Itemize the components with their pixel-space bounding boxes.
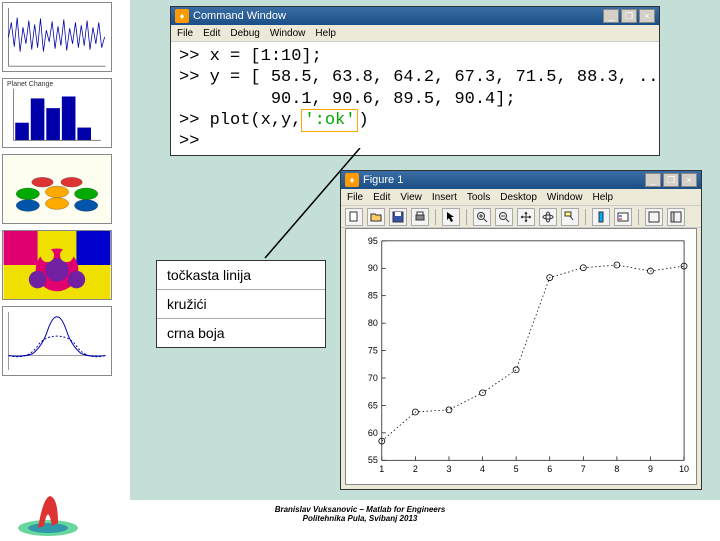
thumb-fractal	[2, 230, 112, 300]
menu-window[interactable]: Window	[547, 192, 583, 203]
svg-text:85: 85	[368, 291, 378, 301]
figure-window: ♦ Figure 1 _ ❐ × File Edit View Insert T…	[340, 170, 702, 490]
svg-text:80: 80	[368, 318, 378, 328]
pointer-button[interactable]	[442, 208, 460, 226]
menu-debug[interactable]: Debug	[230, 28, 259, 39]
svg-text:65: 65	[368, 400, 378, 410]
command-window: ♦ Command Window _ ❐ × File Edit Debug W…	[170, 6, 660, 156]
plot-axes[interactable]: 55 60 65 70 75 80 85 90 95 1 2 3 4 5 6 7 8 9 10	[345, 228, 697, 485]
insert-colorbar-button[interactable]	[592, 208, 610, 226]
svg-text:75: 75	[368, 346, 378, 356]
svg-text:7: 7	[581, 464, 586, 474]
minimize-button[interactable]: _	[603, 9, 619, 23]
rotate-3d-button[interactable]	[539, 208, 557, 226]
menu-help[interactable]: Help	[315, 28, 336, 39]
insert-legend-button[interactable]	[614, 208, 632, 226]
zoom-out-button[interactable]	[495, 208, 513, 226]
figure-toolbar	[341, 206, 701, 228]
close-button[interactable]: ×	[681, 173, 697, 187]
svg-text:70: 70	[368, 373, 378, 383]
pan-button[interactable]	[517, 208, 535, 226]
command-window-title: Command Window	[193, 10, 286, 22]
svg-text:6: 6	[547, 464, 552, 474]
maximize-button[interactable]: ❐	[621, 9, 637, 23]
menu-file[interactable]: File	[347, 192, 363, 203]
svg-text:55: 55	[368, 455, 378, 465]
thumb-sinc-curves	[2, 306, 112, 376]
thumb-noisy-signal	[2, 2, 112, 72]
svg-text:2: 2	[413, 464, 418, 474]
svg-text:3: 3	[446, 464, 451, 474]
svg-text:9: 9	[648, 464, 653, 474]
menu-tools[interactable]: Tools	[467, 192, 490, 203]
figure-window-title: Figure 1	[363, 174, 403, 186]
figure-window-menubar: File Edit View Insert Tools Desktop Wind…	[341, 189, 701, 206]
legend-black-color: crna boja	[157, 319, 325, 347]
figure-window-titlebar[interactable]: ♦ Figure 1 _ ❐ ×	[341, 171, 701, 189]
hide-plot-tools-button[interactable]	[645, 208, 663, 226]
open-button[interactable]	[367, 208, 385, 226]
close-button[interactable]: ×	[639, 9, 655, 23]
show-plot-tools-button[interactable]	[667, 208, 685, 226]
svg-text:5: 5	[514, 464, 519, 474]
footer-line-2: Politehnika Pula, Svibanj 2013	[0, 514, 720, 524]
menu-file[interactable]: File	[177, 28, 193, 39]
matlab-icon: ♦	[345, 173, 359, 187]
svg-text:90: 90	[368, 263, 378, 273]
maximize-button[interactable]: ❐	[663, 173, 679, 187]
zoom-in-button[interactable]	[473, 208, 491, 226]
legend-circles: kružići	[157, 290, 325, 319]
thumb-3d-surface	[2, 154, 112, 224]
new-figure-button[interactable]	[345, 208, 363, 226]
footer-line-1: Branislav Vuksanovic – Matlab for Engine…	[0, 505, 720, 515]
thumbnail-column: Planet Change	[2, 2, 122, 382]
menu-edit[interactable]: Edit	[373, 192, 390, 203]
save-button[interactable]	[389, 208, 407, 226]
menu-view[interactable]: View	[400, 192, 422, 203]
svg-text:95: 95	[368, 236, 378, 246]
menu-desktop[interactable]: Desktop	[500, 192, 537, 203]
svg-text:8: 8	[614, 464, 619, 474]
format-legend: točkasta linija kružići crna boja	[156, 260, 326, 348]
svg-text:4: 4	[480, 464, 485, 474]
legend-dotted-line: točkasta linija	[157, 261, 325, 290]
menu-window[interactable]: Window	[270, 28, 306, 39]
plot-format-string: ':ok'	[301, 109, 358, 132]
command-window-body[interactable]: >> x = [1:10]; >> y = [ 58.5, 63.8, 64.2…	[171, 42, 659, 155]
data-cursor-button[interactable]	[561, 208, 579, 226]
slide-footer: Branislav Vuksanovic – Matlab for Engine…	[0, 505, 720, 524]
command-window-menubar: File Edit Debug Window Help	[171, 25, 659, 42]
thumb-label: Planet Change	[7, 81, 53, 88]
menu-help[interactable]: Help	[593, 192, 614, 203]
svg-text:1: 1	[379, 464, 384, 474]
menu-insert[interactable]: Insert	[432, 192, 457, 203]
svg-text:10: 10	[679, 464, 689, 474]
minimize-button[interactable]: _	[645, 173, 661, 187]
menu-edit[interactable]: Edit	[203, 28, 220, 39]
print-button[interactable]	[411, 208, 429, 226]
matlab-icon: ♦	[175, 9, 189, 23]
svg-text:60: 60	[368, 428, 378, 438]
thumb-bar-chart: Planet Change	[2, 78, 112, 148]
command-window-titlebar[interactable]: ♦ Command Window _ ❐ ×	[171, 7, 659, 25]
